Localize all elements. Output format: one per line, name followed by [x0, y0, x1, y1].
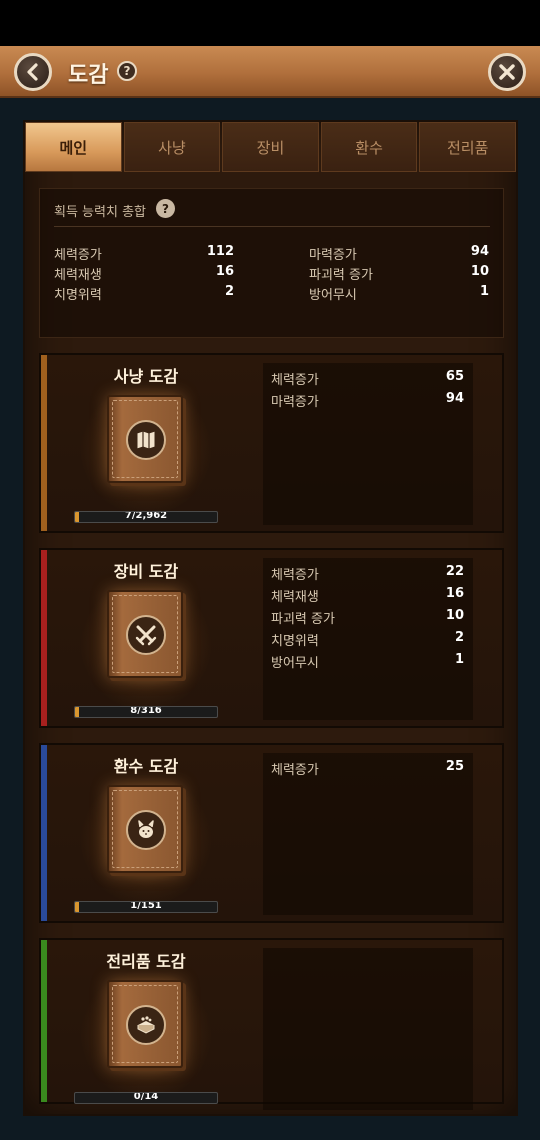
stat-label: 체력증가	[54, 248, 102, 263]
stat-value: 25	[445, 759, 464, 774]
stat-value: 2	[454, 630, 464, 645]
help-icon[interactable]: ?	[156, 199, 175, 218]
stat-value: 22	[445, 564, 464, 579]
top-bar: 도감 ?	[0, 46, 540, 98]
stat-label: 방어무시	[309, 288, 357, 303]
tab-spirit-beast[interactable]: 환수	[320, 122, 418, 172]
stat-value: 1	[479, 284, 489, 299]
stat-row: 체력재생 16	[271, 586, 464, 606]
stat-label: 체력증가	[271, 568, 319, 583]
close-icon	[499, 64, 515, 80]
tab-trophy[interactable]: 전리품	[419, 122, 516, 172]
collection-book	[107, 590, 183, 678]
stat-row: 치명위력 2	[271, 630, 464, 650]
stat-label: 치명위력	[271, 634, 319, 649]
card-stats: 체력증가 25	[263, 753, 473, 915]
stat-value: 2	[224, 284, 234, 299]
tab-equipment[interactable]: 장비	[222, 122, 319, 172]
stat-label: 마력증가	[271, 395, 319, 410]
stat-label: 체력재생	[54, 268, 102, 283]
stat-label: 치명위력	[54, 288, 102, 303]
stat-row: 치명위력 2	[54, 284, 234, 304]
page-title: 도감	[68, 63, 109, 88]
collection-book	[107, 785, 183, 873]
progress-text: 7/2,962	[124, 511, 168, 521]
tab-main[interactable]: 메인	[25, 122, 122, 172]
equipment-collection-card[interactable]: 장비 도감 8/316 체력증가 22 체력재생 16 파괴력 증가 10 치명…	[39, 548, 504, 728]
card-title: 장비 도감	[113, 562, 179, 581]
stat-value: 65	[445, 369, 464, 384]
stat-row: 파괴력 증가 10	[309, 264, 489, 284]
stat-row: 체력재생 16	[54, 264, 234, 284]
stat-row: 체력증가 112	[54, 244, 234, 264]
stat-summary: 획득 능력치 총합 ? 체력증가 112 체력재생 16 치명위력 2 마력증가…	[39, 188, 504, 338]
stat-label: 파괴력 증가	[309, 268, 373, 283]
collection-progress-bar: 1/151	[74, 901, 218, 913]
divider	[54, 226, 490, 227]
stat-row: 체력증가 25	[271, 759, 464, 779]
stat-value: 112	[206, 244, 234, 259]
card-title: 환수 도감	[113, 757, 179, 776]
collection-panel: 메인 사냥 장비 환수 전리품 획득 능력치 총합 ? 체력증가 112 체력재…	[23, 120, 518, 1116]
card-accent	[41, 355, 47, 531]
stat-row: 체력증가 65	[271, 369, 464, 389]
summary-title: 획득 능력치 총합	[54, 205, 146, 220]
progress-text: 8/316	[130, 706, 162, 716]
trophy-collection-card[interactable]: 전리품 도감 0/14	[39, 938, 504, 1110]
stat-label: 체력증가	[271, 763, 319, 778]
back-button[interactable]	[14, 53, 52, 91]
crossed-swords-icon	[126, 615, 166, 655]
card-stats	[263, 948, 473, 1110]
collection-book	[107, 395, 183, 483]
treasure-icon	[126, 1005, 166, 1045]
card-title: 사냥 도감	[113, 367, 179, 386]
stat-row: 방어무시 1	[271, 652, 464, 672]
stat-label: 체력증가	[271, 373, 319, 388]
stat-value: 94	[470, 244, 489, 259]
hunting-collection-card[interactable]: 사냥 도감 7/2,962 체력증가 65 마력증가 94	[39, 353, 504, 533]
card-stats: 체력증가 22 체력재생 16 파괴력 증가 10 치명위력 2 방어무시 1	[263, 558, 473, 720]
spirit-beast-collection-card[interactable]: 환수 도감 1/151 체력증가 25	[39, 743, 504, 923]
stat-label: 파괴력 증가	[271, 612, 335, 627]
stat-label: 체력재생	[271, 590, 319, 605]
card-title: 전리품 도감	[106, 952, 186, 971]
chevron-left-icon	[27, 63, 38, 81]
card-accent	[41, 940, 47, 1102]
stat-value: 16	[215, 264, 234, 279]
close-button[interactable]	[488, 53, 526, 91]
squirrel-icon	[126, 810, 166, 850]
stat-value: 1	[454, 652, 464, 667]
progress-text: 1/151	[130, 901, 162, 911]
stat-value: 94	[445, 391, 464, 406]
collection-progress-bar: 8/316	[74, 706, 218, 718]
stat-row: 마력증가 94	[271, 391, 464, 411]
progress-text: 0/14	[133, 1092, 159, 1102]
collection-book	[107, 980, 183, 1068]
card-accent	[41, 550, 47, 726]
tab-hunting[interactable]: 사냥	[123, 122, 221, 172]
stat-row: 마력증가 94	[309, 244, 489, 264]
map-icon	[126, 420, 166, 460]
card-stats: 체력증가 65 마력증가 94	[263, 363, 473, 525]
help-icon[interactable]: ?	[117, 61, 137, 81]
stat-row: 파괴력 증가 10	[271, 608, 464, 628]
collection-progress-bar: 7/2,962	[74, 511, 218, 523]
stat-row: 체력증가 22	[271, 564, 464, 584]
stat-row: 방어무시 1	[309, 284, 489, 304]
stat-value: 10	[445, 608, 464, 623]
card-accent	[41, 745, 47, 921]
stat-label: 방어무시	[271, 656, 319, 671]
status-bar	[0, 0, 540, 46]
stat-label: 마력증가	[309, 248, 357, 263]
collection-progress-bar: 0/14	[74, 1092, 218, 1104]
stat-value: 16	[445, 586, 464, 601]
stat-value: 10	[470, 264, 489, 279]
tab-bar: 메인 사냥 장비 환수 전리품	[25, 122, 516, 172]
